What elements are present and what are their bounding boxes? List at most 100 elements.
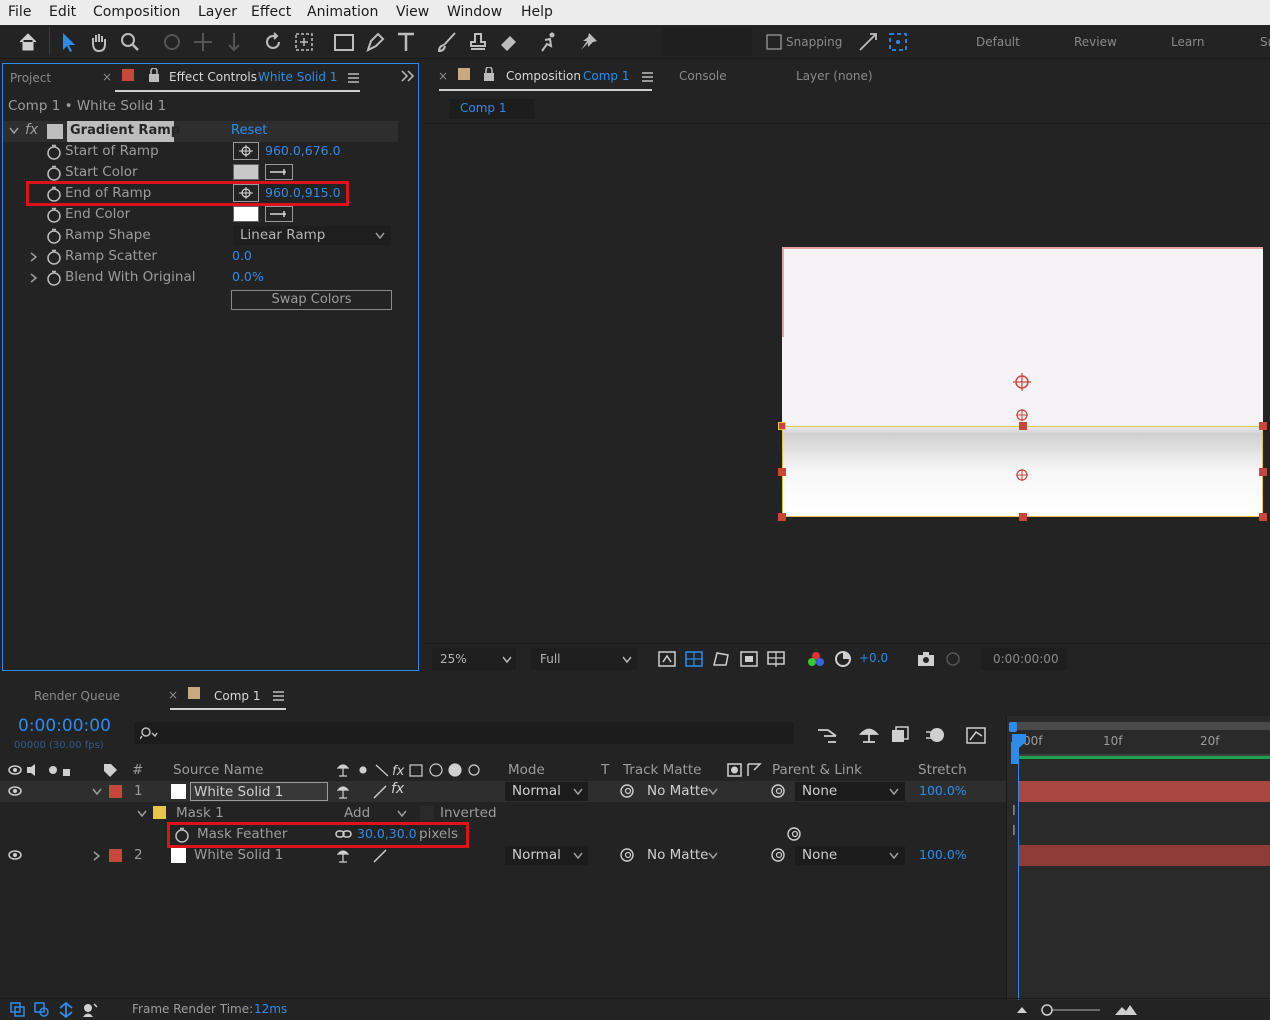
- snap-edge-icon[interactable]: [856, 30, 880, 54]
- viewer-tab[interactable]: Comp 1: [450, 99, 534, 119]
- current-time-field[interactable]: 0:00:00:00: [981, 648, 1067, 670]
- effect-preset-icon[interactable]: [47, 124, 63, 139]
- menu-edit[interactable]: Edit: [49, 4, 76, 20]
- graph-editor-icon[interactable]: [966, 726, 988, 744]
- effect-name[interactable]: Gradient Ramp: [70, 123, 180, 138]
- close-tab-icon[interactable]: ×: [102, 70, 112, 84]
- shy-switch-icon[interactable]: [336, 848, 350, 864]
- keyframe-icon[interactable]: I: [1012, 804, 1016, 819]
- tab-effect-controls[interactable]: Effect Controls: [169, 70, 257, 84]
- work-area-bar[interactable]: [1011, 722, 1270, 730]
- stopwatch-icon[interactable]: [46, 207, 62, 223]
- layer-name[interactable]: White Solid 1: [194, 847, 283, 863]
- ramp-shape-dropdown[interactable]: Linear Ramp: [233, 226, 391, 245]
- fx-icon[interactable]: fx: [25, 122, 38, 138]
- layer-row-1[interactable]: 1 White Solid 1 fx Normal No Matte None …: [0, 781, 1008, 802]
- brush-tool-icon[interactable]: [435, 30, 459, 54]
- tab-timeline-comp[interactable]: Comp 1: [214, 689, 260, 703]
- in-out-toggle-icon[interactable]: [58, 1002, 74, 1018]
- orbit-camera-icon[interactable]: [160, 30, 184, 54]
- layer-handle[interactable]: [1259, 468, 1267, 476]
- safe-margins-icon[interactable]: [739, 650, 759, 668]
- eyedropper-icon[interactable]: [265, 206, 293, 222]
- pan-behind-tool-icon[interactable]: [292, 30, 316, 54]
- layer-handle[interactable]: [1259, 513, 1267, 521]
- header-stretch[interactable]: Stretch: [918, 762, 967, 778]
- inverted-checkbox[interactable]: [420, 806, 434, 820]
- lock-icon[interactable]: [148, 68, 160, 82]
- layer-handle[interactable]: [1019, 422, 1027, 430]
- camera-snapshot-icon[interactable]: [916, 650, 936, 668]
- mask-mode-dropdown[interactable]: Add: [336, 804, 411, 823]
- stopwatch-icon[interactable]: [46, 270, 62, 286]
- tab-composition[interactable]: Composition: [506, 69, 581, 83]
- chevron-right-icon[interactable]: [93, 851, 101, 861]
- comp-flowchart-icon[interactable]: [816, 726, 838, 744]
- track-matte-dropdown[interactable]: No Matte: [640, 846, 722, 865]
- start-color-swatch[interactable]: [233, 164, 259, 180]
- menu-layer[interactable]: Layer: [198, 4, 237, 20]
- eraser-tool-icon[interactable]: [497, 30, 521, 54]
- zoom-dropdown[interactable]: 25%: [432, 648, 516, 670]
- layer-handle[interactable]: [778, 468, 786, 476]
- type-tool-icon[interactable]: [394, 30, 418, 54]
- pen-tool-icon[interactable]: [363, 30, 387, 54]
- channel-icon[interactable]: [806, 650, 826, 668]
- reset-exposure-icon[interactable]: [834, 650, 852, 668]
- menu-composition[interactable]: Composition: [93, 4, 180, 20]
- work-area-start-handle[interactable]: [1009, 722, 1017, 732]
- motion-blur-icon[interactable]: [924, 726, 946, 744]
- tab-console[interactable]: Console: [679, 69, 727, 83]
- layer-bar-2[interactable]: [1019, 845, 1270, 866]
- render-time-toggle-icon[interactable]: [82, 1002, 98, 1018]
- panel-menu-icon[interactable]: [348, 73, 360, 83]
- layer-name-field[interactable]: White Solid 1: [190, 782, 328, 801]
- snap-feature-icon[interactable]: [886, 30, 910, 54]
- preserve-transparency-icon[interactable]: [619, 783, 637, 799]
- menu-file[interactable]: File: [8, 4, 31, 20]
- end-color-swatch[interactable]: [233, 206, 259, 222]
- parent-dropdown[interactable]: None: [795, 846, 905, 865]
- roto-brush-tool-icon[interactable]: [537, 30, 561, 54]
- workspace-default[interactable]: Default: [976, 35, 1020, 49]
- layer-handle[interactable]: [1259, 422, 1267, 430]
- pick-whip-icon[interactable]: [786, 826, 804, 842]
- lock-icon[interactable]: [483, 67, 495, 81]
- current-time-display[interactable]: 0:00:00:00: [18, 716, 111, 736]
- tab-effect-controls-layer[interactable]: White Solid 1: [258, 70, 337, 84]
- zoom-tool-icon[interactable]: [118, 30, 142, 54]
- pan-camera-icon[interactable]: [191, 30, 215, 54]
- snapping-checkbox[interactable]: [764, 30, 788, 54]
- mask-color-swatch[interactable]: [153, 806, 166, 819]
- exposure-value[interactable]: +0.0: [859, 651, 888, 665]
- zoom-slider[interactable]: [1040, 1003, 1104, 1017]
- rectangle-tool-icon[interactable]: [332, 30, 356, 54]
- clone-stamp-tool-icon[interactable]: [466, 30, 490, 54]
- dolly-camera-icon[interactable]: [222, 30, 246, 54]
- mode-dropdown[interactable]: Normal: [505, 782, 588, 801]
- mask-row[interactable]: Mask 1 Add Inverted: [0, 803, 1008, 824]
- resolution-dropdown[interactable]: Full: [531, 648, 637, 670]
- stopwatch-icon[interactable]: [46, 144, 62, 160]
- selection-tool-icon[interactable]: [56, 30, 80, 54]
- keyframe-icon[interactable]: I: [1012, 824, 1016, 839]
- eyedropper-icon[interactable]: [265, 164, 293, 180]
- stopwatch-icon[interactable]: [46, 249, 62, 265]
- end-of-ramp-crosshair-icon[interactable]: [1014, 467, 1030, 483]
- timeline-track-area[interactable]: 00f 10f 20f I I: [1006, 716, 1270, 1000]
- effect-switch-icon[interactable]: fx: [391, 781, 404, 797]
- puppet-pin-tool-icon[interactable]: [576, 30, 600, 54]
- mask-vertex-handle[interactable]: [778, 422, 786, 430]
- panel-menu-icon[interactable]: [642, 72, 654, 82]
- snapshot-region-icon[interactable]: [657, 650, 677, 668]
- eye-icon[interactable]: [8, 786, 22, 796]
- tab-composition-name[interactable]: Comp 1: [583, 69, 629, 83]
- workspace-more[interactable]: Sı: [1260, 35, 1270, 49]
- layer-switches-toggle-icon[interactable]: [10, 1002, 26, 1018]
- shy-switch-icon[interactable]: [336, 784, 350, 800]
- hand-tool-icon[interactable]: [87, 30, 111, 54]
- header-source-name[interactable]: Source Name: [173, 762, 264, 778]
- chevron-right-icon[interactable]: [30, 273, 38, 283]
- shy-layers-icon[interactable]: [858, 726, 880, 744]
- stopwatch-icon[interactable]: [46, 228, 62, 244]
